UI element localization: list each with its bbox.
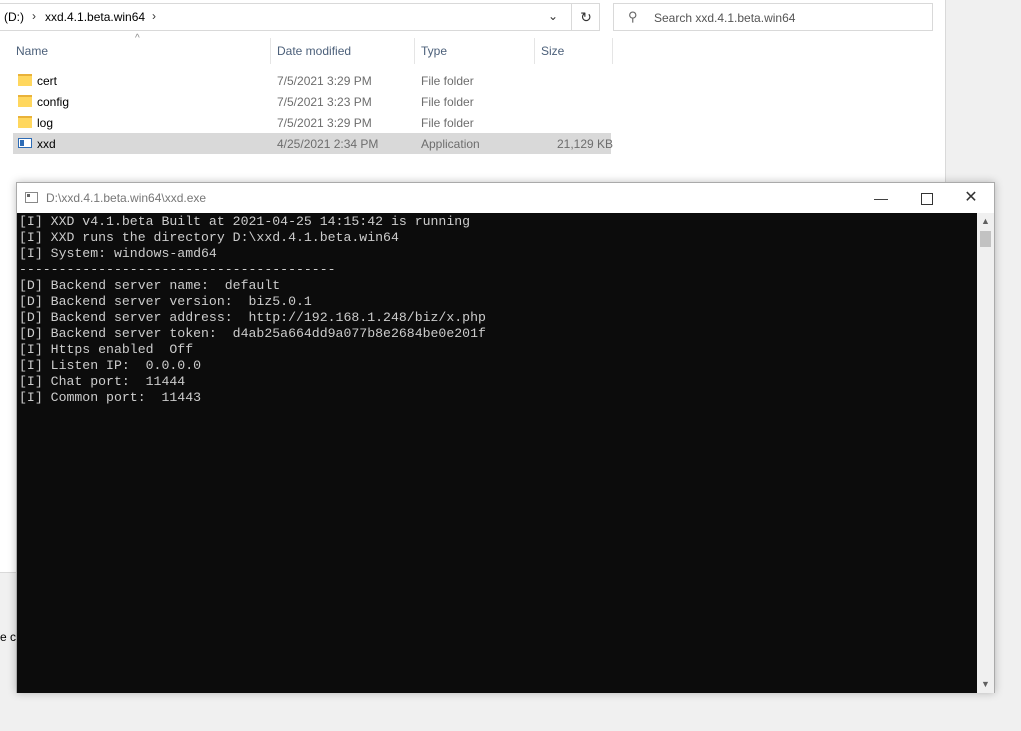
console-line: [D] Backend server version: biz5.0.1 — [19, 294, 312, 309]
console-line: [I] Common port: 11443 — [19, 390, 202, 405]
scrollbar-thumb[interactable] — [980, 231, 991, 247]
column-divider[interactable] — [612, 38, 613, 64]
folder-icon — [18, 74, 32, 86]
file-name: cert — [37, 74, 58, 88]
console-line: [D] Backend server address: http://192.1… — [19, 310, 486, 325]
console-line: [I] System: windows-amd64 — [19, 246, 217, 261]
minimize-icon: — — [874, 190, 888, 206]
file-row-xxd[interactable]: xxd 4/25/2021 2:34 PM Application 21,129… — [13, 133, 614, 154]
maximize-icon — [921, 193, 933, 206]
file-date: 4/25/2021 2:34 PM — [277, 137, 379, 151]
chevron-right-icon[interactable]: › — [152, 9, 156, 23]
column-header-date[interactable]: Date modified — [277, 44, 351, 58]
scroll-down-icon[interactable]: ▼ — [977, 676, 994, 693]
chevron-right-icon[interactable]: › — [32, 9, 36, 23]
search-input[interactable]: ⚲ Search xxd.4.1.beta.win64 — [613, 3, 933, 31]
file-date: 7/5/2021 3:23 PM — [277, 95, 372, 109]
folder-icon — [18, 116, 32, 128]
search-icon: ⚲ — [628, 9, 638, 24]
column-divider[interactable] — [534, 38, 535, 64]
console-line: [I] XXD runs the directory D:\xxd.4.1.be… — [19, 230, 399, 245]
console-line: [I] XXD v4.1.beta Built at 2021-04-25 14… — [19, 214, 471, 229]
file-name: log — [37, 116, 54, 130]
console-app-icon[interactable] — [25, 192, 38, 203]
file-row-log[interactable]: log 7/5/2021 3:29 PM File folder — [13, 112, 611, 133]
console-title-bar[interactable]: D:\xxd.4.1.beta.win64\xxd.exe — ✕ — [17, 183, 994, 213]
refresh-button[interactable]: ↻ — [571, 4, 600, 30]
maximize-button[interactable] — [904, 183, 950, 213]
console-line: [I] Listen IP: 0.0.0.0 — [19, 358, 202, 373]
file-date: 7/5/2021 3:29 PM — [277, 74, 372, 88]
file-type: File folder — [421, 116, 474, 130]
minimize-button[interactable]: — — [858, 183, 904, 213]
console-separator-line: ---------------------------------------- — [19, 262, 336, 277]
refresh-icon: ↻ — [580, 9, 592, 25]
console-window[interactable]: D:\xxd.4.1.beta.win64\xxd.exe — ✕ [I] XX… — [16, 182, 995, 693]
column-divider[interactable] — [270, 38, 271, 64]
scroll-up-icon[interactable]: ▲ — [977, 213, 994, 230]
file-size: 21,129 KB — [557, 137, 614, 151]
search-placeholder: Search xxd.4.1.beta.win64 — [654, 11, 796, 25]
vertical-scrollbar[interactable]: ▲ ▼ — [977, 213, 994, 693]
file-date: 7/5/2021 3:29 PM — [277, 116, 372, 130]
sort-ascending-icon: ^ — [135, 33, 140, 44]
address-bar[interactable]: (D:) › xxd.4.1.beta.win64 › ⌄ ↻ — [0, 3, 600, 31]
console-line: [I] Https enabled Off — [19, 342, 194, 357]
column-header-size[interactable]: Size — [541, 44, 564, 58]
close-button[interactable]: ✕ — [948, 183, 994, 213]
console-line: [D] Backend server name: default — [19, 278, 281, 293]
file-type: File folder — [421, 74, 474, 88]
console-title: D:\xxd.4.1.beta.win64\xxd.exe — [46, 191, 207, 205]
column-divider[interactable] — [414, 38, 415, 64]
file-row-config[interactable]: config 7/5/2021 3:23 PM File folder — [13, 91, 611, 112]
column-header-type[interactable]: Type — [421, 44, 447, 58]
file-type: Application — [421, 137, 480, 151]
console-line: [I] Chat port: 11444 — [19, 374, 186, 389]
breadcrumb-drive[interactable]: (D:) — [4, 10, 24, 24]
folder-icon — [18, 95, 32, 107]
file-row-cert[interactable]: cert 7/5/2021 3:29 PM File folder — [13, 70, 611, 91]
breadcrumb-folder[interactable]: xxd.4.1.beta.win64 — [45, 10, 145, 24]
close-icon: ✕ — [964, 189, 978, 206]
console-output[interactable]: [I] XXD v4.1.beta Built at 2021-04-25 14… — [17, 213, 977, 693]
file-name: config — [37, 95, 70, 109]
chevron-down-icon[interactable]: ⌄ — [548, 9, 558, 23]
console-line: [D] Backend server token: d4ab25a664dd9a… — [19, 326, 486, 341]
file-type: File folder — [421, 95, 474, 109]
column-header-name[interactable]: Name — [16, 44, 48, 58]
application-icon — [18, 138, 32, 148]
file-name: xxd — [37, 137, 56, 151]
